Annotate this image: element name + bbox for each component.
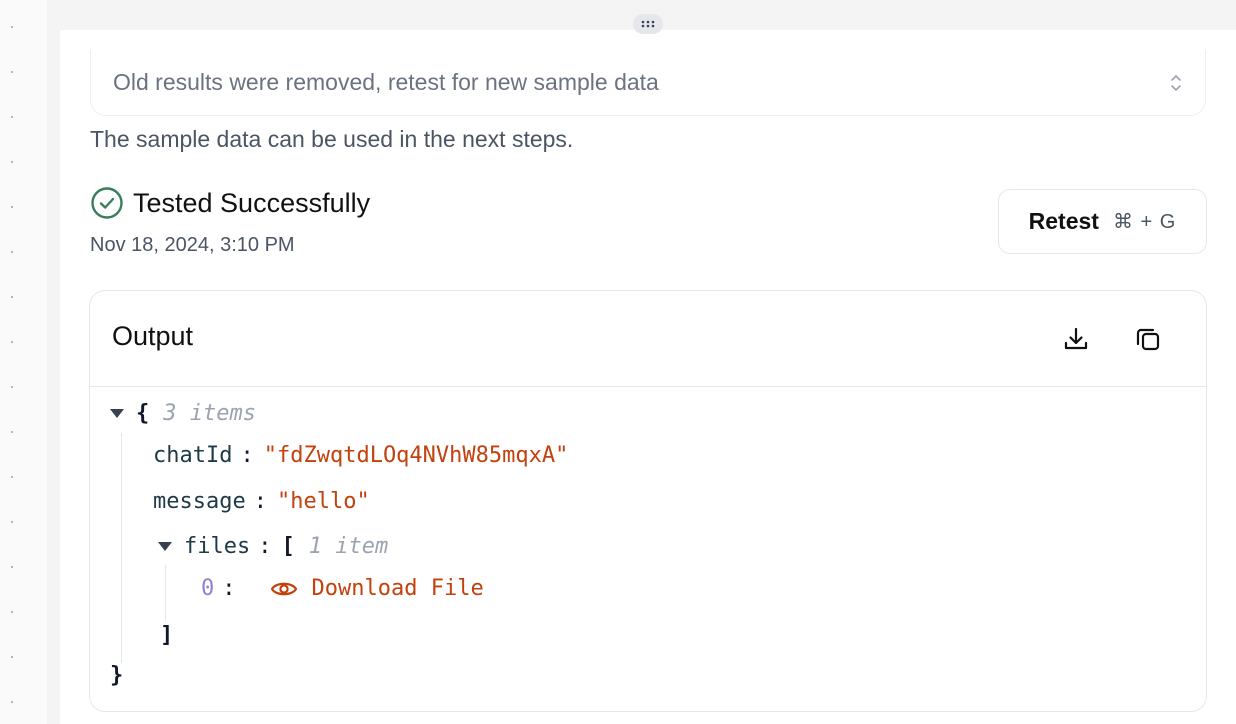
json-field: chatId : "fdZwqtdLOq4NVhW85mqxA" [153,443,568,468]
download-button[interactable] [1058,321,1094,357]
gutter-dot [11,656,13,658]
sample-data-select[interactable]: Old results were removed, retest for new… [90,50,1206,116]
retest-button-label: Retest [1028,208,1099,234]
helper-text: The sample data can be used in the next … [90,126,574,152]
json-string-value: "fdZwqtdLOq4NVhW85mqxA" [263,443,569,468]
json-colon: : [222,576,236,601]
collapse-caret-icon[interactable] [158,542,172,551]
json-open-brace: { [136,401,150,426]
json-array-entry: 0 : Download File [201,576,484,601]
download-file-label: Download File [311,576,484,601]
left-gutter [0,0,48,724]
eye-icon [270,582,297,595]
json-close-bracket-line: ] [160,623,173,648]
json-colon: : [240,443,254,468]
drag-dots-icon [641,20,655,28]
gutter-dot [11,341,13,343]
gutter-dot [11,161,13,163]
collapse-caret-icon[interactable] [110,409,124,418]
json-items-count: 3 items [163,401,256,426]
gutter-dot [11,521,13,523]
gutter-dot [11,206,13,208]
output-header: Output [90,291,1206,387]
output-title: Output [112,321,194,351]
json-close-line: } [110,663,123,688]
resize-handle[interactable] [633,14,663,34]
download-icon [1064,327,1088,350]
sample-data-select-value: Old results were removed, retest for new… [113,69,659,95]
test-status: Tested Successfully [90,186,370,220]
json-key: chatId [153,443,233,468]
gutter-dot [11,701,13,703]
retest-button[interactable]: Retest ⌘ + G [998,189,1207,254]
chevron-up-down-icon [1171,74,1181,91]
gutter-dot [11,116,13,118]
download-file-link[interactable]: Download File [270,576,484,601]
gutter-dot [11,611,13,613]
json-field: message : "hello" [153,489,370,514]
gutter-dot [11,386,13,388]
gutter-divider [47,0,60,724]
json-files-count: 1 item [308,534,389,559]
json-root-line[interactable]: { 3 items [110,401,256,426]
copy-icon [1136,328,1160,351]
copy-button[interactable] [1130,321,1166,357]
json-files-line[interactable]: files : [ 1 item [158,534,388,559]
json-colon: : [253,489,267,514]
gutter-dot [11,26,13,28]
keyboard-shortcut: ⌘ + G [1112,211,1177,233]
gutter-dot [11,71,13,73]
json-close-brace: } [110,663,124,688]
json-close-bracket: ] [160,623,174,648]
indent-guide [165,565,166,621]
check-circle-icon [91,187,123,219]
json-open-bracket: [ [281,534,295,559]
indent-guide [121,433,122,663]
gutter-dot [11,431,13,433]
json-colon: : [258,534,272,559]
status-timestamp: Nov 18, 2024, 3:10 PM [90,234,295,256]
gutter-dot [11,251,13,253]
json-key: message [153,489,246,514]
json-key: files [184,534,251,559]
gutter-dot [11,566,13,568]
output-card: Output { 3 items chatId : "fdZwqtdLOq4NV… [89,290,1207,712]
gutter-dot [11,296,13,298]
status-label: Tested Successfully [133,187,371,218]
json-string-value: "hello" [276,489,370,514]
json-index: 0 [201,576,215,601]
gutter-dot [11,476,13,478]
